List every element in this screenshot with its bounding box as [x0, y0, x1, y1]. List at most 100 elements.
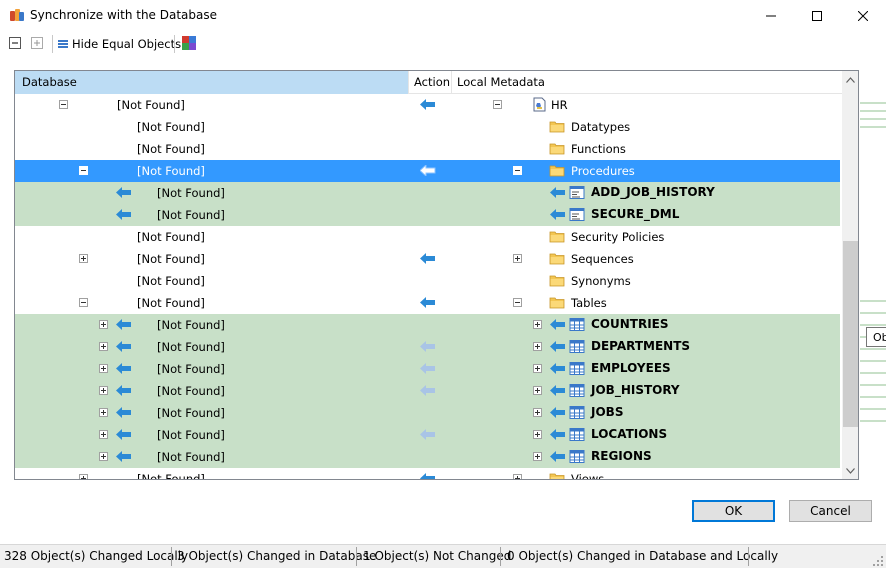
local-arrow-icon[interactable] [550, 451, 566, 462]
local-item-label: COUNTRIES [591, 317, 669, 331]
local-arrow-icon[interactable] [550, 429, 566, 440]
close-button[interactable] [840, 0, 886, 31]
tree-row[interactable]: [Not Found] DEPARTMENTS [15, 336, 840, 358]
ok-button[interactable]: OK [692, 500, 775, 522]
action-arrow-icon[interactable] [420, 385, 436, 396]
tree-row[interactable]: [Not Found] Procedures [15, 160, 840, 182]
db-copy-arrow-icon[interactable] [116, 407, 132, 418]
db-expander-plus[interactable] [79, 254, 88, 263]
tree-row[interactable]: [Not Found] EMPLOYEES [15, 358, 840, 380]
tree-row[interactable]: [Not Found] Functions [15, 138, 840, 160]
db-expander-plus[interactable] [99, 452, 108, 461]
tree-row[interactable]: [Not Found] COUNTRIES [15, 314, 840, 336]
tree-row[interactable]: [Not Found] Tables [15, 292, 840, 314]
scroll-down-button[interactable] [842, 462, 858, 479]
db-copy-arrow-icon[interactable] [116, 319, 132, 330]
procedure-icon [569, 208, 585, 221]
local-arrow-icon[interactable] [550, 209, 566, 220]
db-expander-minus[interactable] [79, 166, 88, 175]
scroll-thumb[interactable] [843, 241, 858, 427]
local-arrow-icon[interactable] [550, 407, 566, 418]
tree-row[interactable]: [Not Found] JOBS [15, 402, 840, 424]
table-icon [569, 384, 585, 397]
db-expander-plus[interactable] [99, 408, 108, 417]
action-arrow-icon[interactable] [420, 253, 436, 264]
tree-row[interactable]: [Not Found] JOB_HISTORY [15, 380, 840, 402]
local-arrow-icon[interactable] [550, 341, 566, 352]
local-expander-plus[interactable] [533, 408, 542, 417]
tree-row[interactable]: [Not Found] HR [15, 94, 840, 116]
local-arrow-icon[interactable] [550, 187, 566, 198]
action-arrow-icon[interactable] [420, 341, 436, 352]
hide-equal-objects-button[interactable]: Hide Equal Objects [58, 35, 181, 53]
local-item-label: JOBS [591, 405, 624, 419]
db-expander-plus[interactable] [99, 320, 108, 329]
action-arrow-icon[interactable] [420, 99, 436, 110]
tree-row[interactable]: [Not Found] SECURE_DML [15, 204, 840, 226]
db-expander-plus[interactable] [99, 342, 108, 351]
cancel-button[interactable]: Cancel [789, 500, 872, 522]
database-item-label: [Not Found] [137, 164, 205, 178]
db-expander-minus[interactable] [79, 298, 88, 307]
tree-row[interactable]: [Not Found] Synonyms [15, 270, 840, 292]
local-expander-plus[interactable] [513, 474, 522, 479]
db-expander-plus[interactable] [99, 364, 108, 373]
db-copy-arrow-icon[interactable] [116, 429, 132, 440]
local-expander-minus[interactable] [493, 100, 502, 109]
local-expander-minus[interactable] [513, 298, 522, 307]
database-item-label: [Not Found] [117, 98, 185, 112]
db-expander-minus[interactable] [59, 100, 68, 109]
tree-row[interactable]: [Not Found] REGIONS [15, 446, 840, 468]
local-expander-plus[interactable] [533, 430, 542, 439]
db-copy-arrow-icon[interactable] [116, 385, 132, 396]
action-column-header[interactable]: Action [408, 71, 451, 94]
minimize-button[interactable] [748, 0, 794, 31]
scroll-up-button[interactable] [842, 71, 858, 88]
table-icon [569, 450, 585, 463]
collapse-all-icon[interactable] [9, 37, 21, 49]
tree-row[interactable]: [Not Found] Views [15, 468, 840, 480]
database-item-label: [Not Found] [137, 120, 205, 134]
db-copy-arrow-icon[interactable] [116, 187, 132, 198]
db-copy-arrow-icon[interactable] [116, 451, 132, 462]
action-arrow-icon[interactable] [420, 429, 436, 440]
db-copy-arrow-icon[interactable] [116, 341, 132, 352]
vertical-scrollbar[interactable] [842, 71, 858, 479]
resize-grip-icon[interactable] [872, 555, 884, 567]
tree-row[interactable]: [Not Found] Security Policies [15, 226, 840, 248]
local-expander-minus[interactable] [513, 166, 522, 175]
status-separator [356, 547, 357, 566]
local-expander-plus[interactable] [533, 364, 542, 373]
local-expander-plus[interactable] [533, 342, 542, 351]
local-arrow-icon[interactable] [550, 385, 566, 396]
local-expander-plus[interactable] [533, 452, 542, 461]
status-changed-in-database: 3 Object(s) Changed in Database [177, 549, 377, 563]
db-expander-plus[interactable] [79, 474, 88, 479]
tree-row[interactable]: [Not Found] Datatypes [15, 116, 840, 138]
action-arrow-icon[interactable] [420, 165, 436, 176]
local-arrow-icon[interactable] [550, 319, 566, 330]
table-icon [569, 318, 585, 331]
maximize-button[interactable] [794, 0, 840, 31]
db-expander-plus[interactable] [99, 430, 108, 439]
comparison-tree[interactable]: Database Action Local Metadata [Not Foun… [14, 70, 859, 480]
action-arrow-icon[interactable] [420, 297, 436, 308]
action-arrow-icon[interactable] [420, 363, 436, 374]
local-item-label: Procedures [571, 164, 635, 178]
db-copy-arrow-icon[interactable] [116, 209, 132, 220]
local-item-label: JOB_HISTORY [591, 383, 680, 397]
action-arrow-icon[interactable] [420, 473, 436, 480]
tree-row[interactable]: [Not Found] Sequences [15, 248, 840, 270]
tree-row[interactable]: [Not Found] LOCATIONS [15, 424, 840, 446]
color-legend-icon[interactable] [182, 36, 196, 50]
local-arrow-icon[interactable] [550, 363, 566, 374]
local-expander-plus[interactable] [533, 386, 542, 395]
database-column-header[interactable]: Database [15, 71, 408, 94]
tree-row[interactable]: [Not Found] ADD_JOB_HISTORY [15, 182, 840, 204]
local-expander-plus[interactable] [533, 320, 542, 329]
db-expander-plus[interactable] [99, 386, 108, 395]
local-expander-plus[interactable] [513, 254, 522, 263]
db-copy-arrow-icon[interactable] [116, 363, 132, 374]
local-metadata-column-header[interactable]: Local Metadata [451, 71, 844, 94]
expand-all-icon[interactable] [31, 37, 43, 49]
